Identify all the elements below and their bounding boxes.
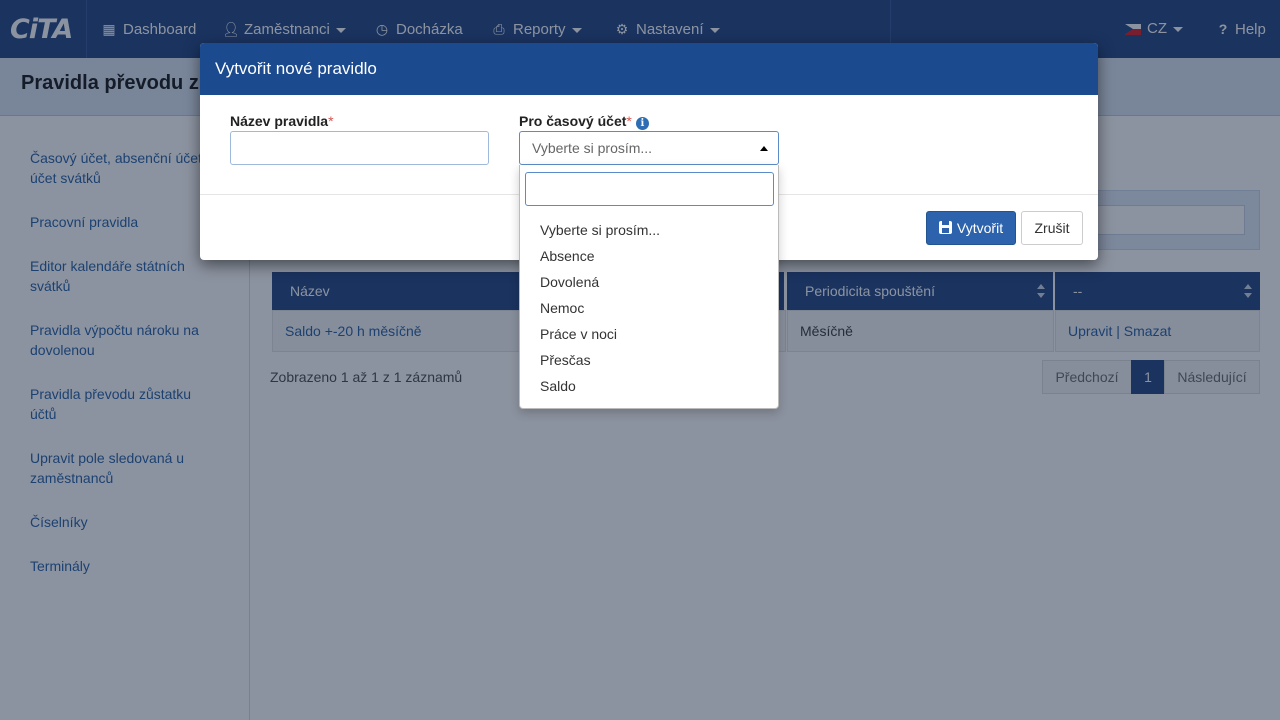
rule-name-label-text: Název pravidla <box>230 113 329 129</box>
account-dropdown: Vyberte si prosím... Absence Dovolená Ne… <box>519 165 779 409</box>
rule-name-label: Název pravidla* <box>230 113 334 129</box>
rule-name-input[interactable] <box>230 131 489 165</box>
chevron-up-icon <box>760 146 768 151</box>
dropdown-option[interactable]: Saldo <box>520 373 778 399</box>
dropdown-option[interactable]: Dovolená <box>520 269 778 295</box>
dropdown-option[interactable]: Vyberte si prosím... <box>520 217 778 243</box>
modal-title: Vytvořit nové pravidlo <box>215 59 377 78</box>
info-icon[interactable]: i <box>635 117 649 130</box>
required-mark: * <box>328 113 334 129</box>
create-button-label: Vytvořit <box>956 220 1004 236</box>
modal-header: Vytvořit nové pravidlo <box>200 43 1098 95</box>
account-label-text: Pro časový účet <box>519 113 627 129</box>
cancel-button[interactable]: Zrušit <box>1021 211 1083 245</box>
dropdown-option[interactable]: Práce v noci <box>520 321 778 347</box>
account-label: Pro časový účet* i <box>519 113 649 130</box>
account-select-value: Vyberte si prosím... <box>532 140 653 156</box>
required-mark: * <box>626 113 632 129</box>
dropdown-option[interactable]: Přesčas <box>520 347 778 373</box>
create-button[interactable]: Vytvořit <box>926 211 1016 245</box>
dropdown-search-input[interactable] <box>525 172 774 206</box>
dropdown-option[interactable]: Absence <box>520 243 778 269</box>
save-icon <box>938 221 952 234</box>
dropdown-option[interactable]: Nemoc <box>520 295 778 321</box>
account-select[interactable]: Vyberte si prosím... <box>519 131 779 165</box>
